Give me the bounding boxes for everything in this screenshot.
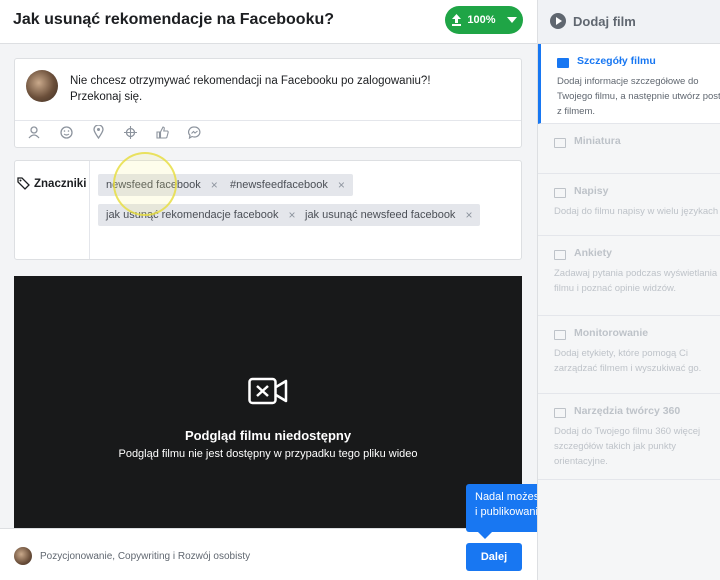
tag-chip-text: newsfeed facebook: [106, 179, 201, 191]
steps-panel: Dodaj film Szczegóły filmu Dodaj informa…: [537, 0, 720, 580]
step-captions[interactable]: Napisy Dodaj do filmu napisy w wielu jęz…: [538, 174, 720, 236]
step-thumbnail[interactable]: Miniatura: [538, 124, 720, 174]
step-title: Monitorowanie: [574, 327, 649, 339]
tag-icon: [554, 330, 566, 340]
tag-chip-text: jak usunąć rekomendacje facebook: [106, 209, 279, 221]
post-message-input[interactable]: Nie chcesz otrzymywać rekomendacji na Fa…: [70, 73, 470, 105]
video-unavailable-title: Podgląd filmu niedostępny: [184, 428, 352, 443]
tag-chip-text: jak usunąć newsfeed facebook: [305, 209, 456, 221]
tag-people-icon[interactable]: [27, 125, 41, 139]
divider: [89, 161, 90, 259]
composer-toolbar: [27, 125, 201, 139]
step-title: Narzędzia twórcy 360: [574, 405, 681, 417]
steps-panel-header: Dodaj film: [538, 0, 720, 44]
close-icon[interactable]: ×: [338, 178, 345, 192]
post-composer: Nie chcesz otrzymywać rekomendacji na Fa…: [14, 58, 522, 148]
video-unavailable-icon: [248, 377, 288, 405]
upload-icon: [452, 14, 462, 26]
divider: [15, 120, 521, 121]
step-title: Napisy: [574, 185, 609, 197]
footer: Pozycjonowanie, Copywriting i Rozwój oso…: [0, 528, 537, 580]
tags-label: Znaczniki: [34, 177, 87, 190]
progress-label: 100%: [467, 14, 496, 26]
poll-icon: [554, 250, 566, 260]
chevron-down-icon: [506, 17, 517, 23]
step-polls[interactable]: Ankiety Zadawaj pytania podczas wyświetl…: [538, 236, 720, 316]
tag-chip[interactable]: jak usunąć rekomendacje facebook ×: [98, 204, 304, 226]
tags-label-wrap: Znaczniki: [15, 177, 89, 190]
emoji-icon[interactable]: [59, 125, 73, 139]
step-description: Dodaj etykiety, które pomogą Ci zarządza…: [554, 348, 702, 374]
page-title: Jak usunąć rekomendacje na Facebooku?: [13, 11, 335, 28]
tags-section: Znaczniki newsfeed facebook × #newsfeedf…: [14, 160, 522, 260]
step-description: Dodaj do Twojego filmu 360 więcej szczeg…: [554, 426, 701, 467]
details-icon: [557, 58, 569, 68]
thumbs-up-icon[interactable]: [155, 125, 169, 139]
tooltip-arrow: [478, 532, 492, 539]
steps-panel-title: Dodaj film: [573, 14, 636, 29]
crosshair-icon[interactable]: [123, 125, 137, 139]
step-monitoring[interactable]: Monitorowanie Dodaj etykiety, które pomo…: [538, 316, 720, 394]
close-icon[interactable]: ×: [465, 208, 472, 222]
step-description: Dodaj do filmu napisy w wielu językach: [554, 206, 719, 217]
close-icon[interactable]: ×: [288, 208, 295, 222]
image-icon: [554, 138, 566, 148]
location-pin-icon[interactable]: [91, 125, 105, 139]
step-title: Szczegóły filmu: [577, 55, 656, 67]
close-icon[interactable]: ×: [211, 178, 218, 192]
tag-icon: [17, 177, 30, 190]
header: Jak usunąć rekomendacje na Facebooku? 10…: [0, 0, 537, 44]
avatar: [26, 70, 58, 102]
video-unavailable-subtitle: Podgląd filmu nie jest dostępny w przypa…: [118, 448, 418, 460]
tag-chip[interactable]: newsfeed facebook ×: [98, 174, 226, 196]
next-button[interactable]: Dalej: [466, 543, 522, 571]
tag-chip[interactable]: #newsfeedfacebook ×: [222, 174, 353, 196]
captions-icon: [554, 188, 566, 198]
step-title: Miniatura: [574, 135, 621, 147]
play-icon: [550, 13, 566, 29]
360-icon: [554, 408, 566, 418]
upload-progress-button[interactable]: 100%: [445, 6, 523, 34]
page-name: Pozycjonowanie, Copywriting i Rozwój oso…: [40, 551, 251, 562]
step-video-details[interactable]: Szczegóły filmu Dodaj informacje szczegó…: [538, 44, 720, 124]
tag-chip-text: #newsfeedfacebook: [230, 179, 328, 191]
tag-chip[interactable]: jak usunąć newsfeed facebook ×: [297, 204, 481, 226]
step-description: Zadawaj pytania podczas wyświetlania fil…: [554, 268, 718, 294]
video-preview: Podgląd filmu niedostępny Podgląd filmu …: [14, 276, 522, 528]
step-title: Ankiety: [574, 247, 612, 259]
step-360-tools[interactable]: Narzędzia twórcy 360 Dodaj do Twojego fi…: [538, 394, 720, 480]
avatar: [14, 547, 32, 565]
step-description: Dodaj informacje szczegółowe do Twojego …: [557, 76, 720, 117]
messenger-icon[interactable]: [187, 125, 201, 139]
